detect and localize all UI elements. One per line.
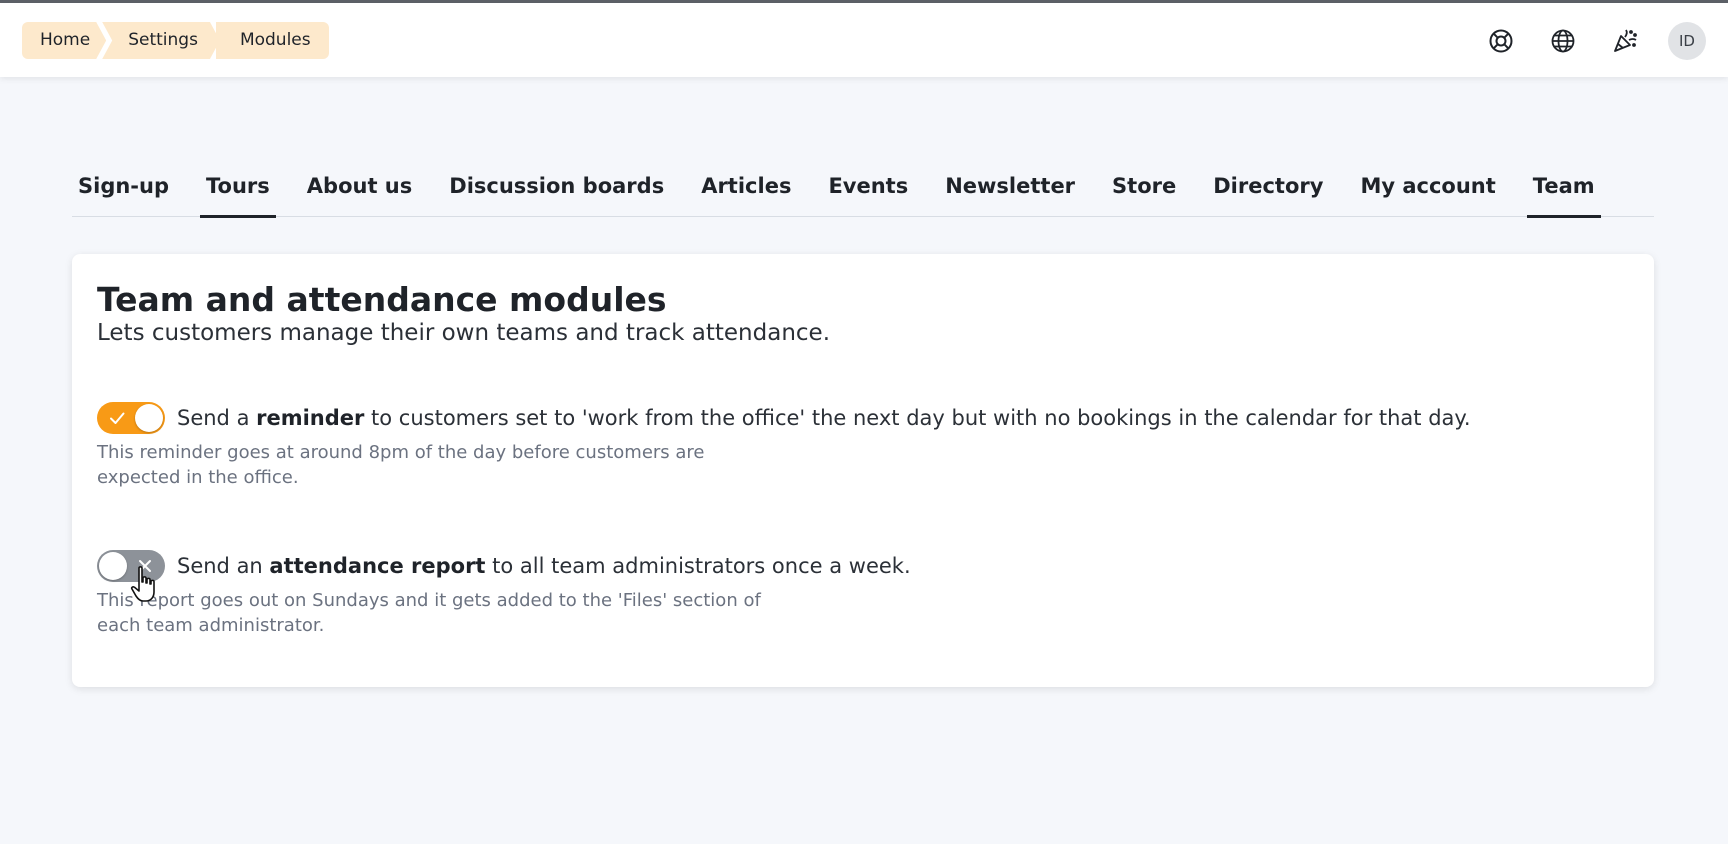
tab-articles[interactable]: Articles bbox=[695, 165, 797, 217]
team-modules-card: Team and attendance modules Lets custome… bbox=[72, 254, 1654, 687]
attendance-report-label: Send an attendance report to all team ad… bbox=[177, 554, 911, 578]
reminder-setting: Send a reminder to customers set to 'wor… bbox=[97, 402, 1471, 490]
toggle-knob bbox=[99, 552, 127, 580]
breadcrumb-home[interactable]: Home bbox=[22, 22, 106, 59]
tab-discussion-boards[interactable]: Discussion boards bbox=[443, 165, 670, 217]
breadcrumb-modules[interactable]: Modules bbox=[215, 22, 329, 59]
globe-icon[interactable] bbox=[1544, 22, 1582, 60]
card-subtitle: Lets customers manage their own teams an… bbox=[97, 320, 831, 346]
tab-directory[interactable]: Directory bbox=[1207, 165, 1329, 217]
card-title: Team and attendance modules bbox=[97, 280, 667, 319]
header-actions: ID bbox=[1482, 22, 1706, 60]
avatar[interactable]: ID bbox=[1668, 22, 1706, 60]
reminder-label: Send a reminder to customers set to 'wor… bbox=[177, 406, 1471, 430]
attendance-report-toggle[interactable] bbox=[97, 550, 165, 582]
tab-newsletter[interactable]: Newsletter bbox=[939, 165, 1081, 217]
reminder-toggle[interactable] bbox=[97, 402, 165, 434]
tab-team[interactable]: Team bbox=[1526, 165, 1601, 218]
x-icon bbox=[139, 560, 151, 572]
breadcrumb: Home Settings Modules bbox=[22, 22, 331, 59]
breadcrumb-settings[interactable]: Settings bbox=[102, 22, 220, 59]
reminder-description: This reminder goes at around 8pm of the … bbox=[97, 442, 705, 488]
attendance-report-description: This report goes out on Sundays and it g… bbox=[97, 590, 761, 636]
check-icon bbox=[110, 412, 125, 424]
tab-about-us[interactable]: About us bbox=[301, 165, 418, 217]
tab-events[interactable]: Events bbox=[822, 165, 914, 217]
module-tabs: Sign-up Tours About us Discussion boards… bbox=[72, 165, 1654, 218]
tab-my-account[interactable]: My account bbox=[1354, 165, 1501, 217]
top-header: Home Settings Modules ID bbox=[0, 3, 1728, 77]
party-popper-icon[interactable] bbox=[1606, 22, 1644, 60]
tab-tours[interactable]: Tours bbox=[200, 165, 276, 218]
lifebuoy-icon[interactable] bbox=[1482, 22, 1520, 60]
tab-store[interactable]: Store bbox=[1106, 165, 1182, 217]
tab-sign-up[interactable]: Sign-up bbox=[72, 165, 175, 217]
attendance-report-setting: Send an attendance report to all team ad… bbox=[97, 550, 911, 638]
toggle-knob bbox=[135, 404, 163, 432]
